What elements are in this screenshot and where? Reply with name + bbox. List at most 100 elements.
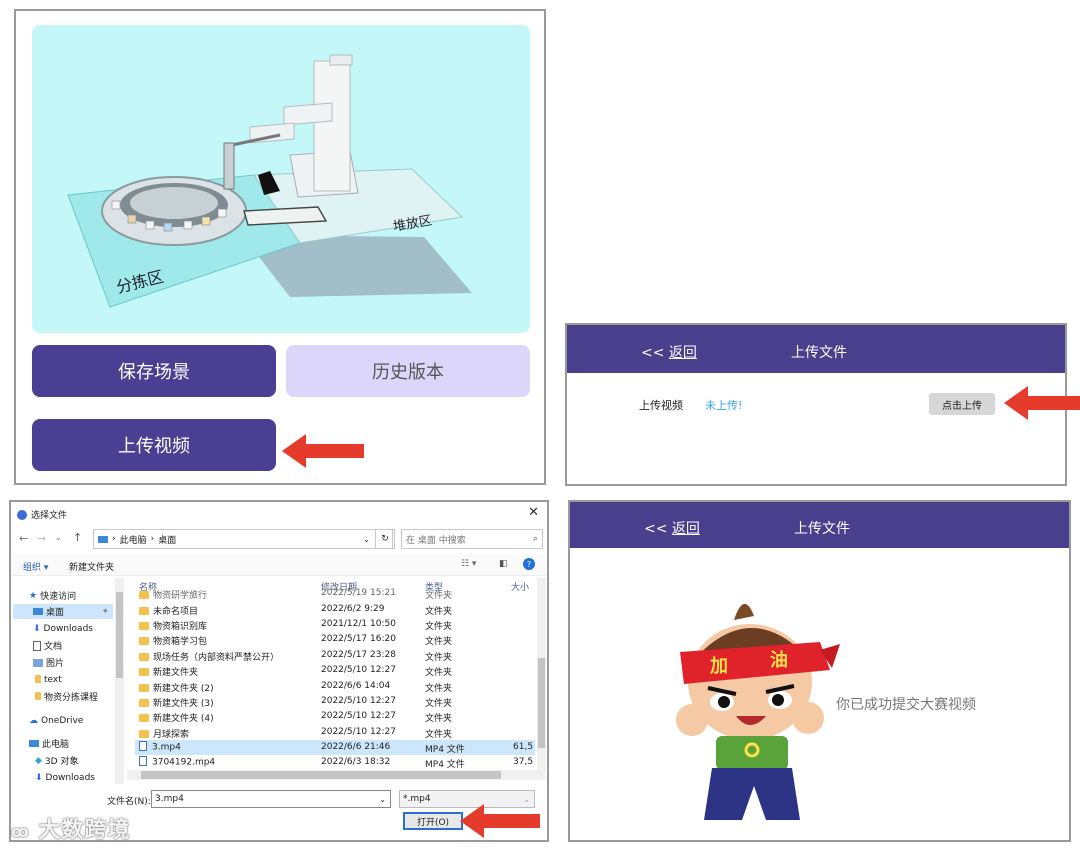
headband-left-text: 加 — [709, 656, 728, 677]
folder-icon — [35, 691, 41, 700]
file-row[interactable]: 物资箱学习包 2022/5/17 16:20 文件夹 — [135, 632, 535, 647]
robot-arm-scene: 分拣区 堆放区 — [67, 54, 472, 308]
star-icon: ★ — [29, 590, 38, 601]
folder-icon — [139, 667, 149, 676]
back-link[interactable]: << 返回 — [641, 342, 697, 362]
download-icon: ⬇ — [33, 623, 41, 634]
desktop-icon — [33, 608, 43, 615]
up-icon[interactable]: ↑ — [73, 531, 82, 544]
path-separator: › — [150, 534, 155, 544]
file-dialog: 选择文件 ✕ ← → ⌄ ↑ › 此电脑 › 桌面 ⌄ ↻ 在 桌面 中搜索 ⌕… — [9, 500, 549, 844]
pin-icon: ✦ — [101, 606, 109, 617]
dialog-title: 选择文件 — [31, 511, 68, 521]
tree-item[interactable]: text — [35, 672, 62, 687]
navigation-tree: ★ 快速访问 桌面 ✦ ⬇ Downloads 文档 图片 text 物资分拣课程 ☁… — [13, 578, 115, 784]
folder-icon — [139, 713, 149, 722]
folder-icon — [139, 652, 149, 661]
back-arrows: << — [641, 345, 665, 361]
folder-icon — [139, 729, 149, 738]
file-row[interactable]: 未命名项目 2022/6/2 9:29 文件夹 — [135, 602, 535, 617]
back-link[interactable]: << 返回 — [644, 518, 700, 538]
forward-icon[interactable]: → — [37, 532, 46, 545]
filter-value: *.mp4 — [403, 794, 431, 804]
file-row[interactable]: 月球探索 2022/5/10 12:27 文件夹 — [135, 725, 535, 740]
new-folder-button[interactable]: 新建文件夹 — [69, 560, 114, 573]
upload-header: << 返回 上传文件 — [567, 325, 1065, 373]
upload-file-panel: << 返回 上传文件 上传视频 未上传! 点击上传 — [565, 323, 1067, 486]
back-arrows: << — [644, 521, 668, 537]
tree-item-label: Downloads — [45, 772, 95, 783]
upload-video-button[interactable]: 上传视频 — [32, 419, 276, 471]
watermark: ꝏ 大数跨境 — [11, 812, 130, 844]
mascot-illustration: 加 油 — [676, 603, 840, 820]
upload-success-panel: << 返回 上传文件 加 油 你已成功提交大赛视频 — [568, 500, 1071, 842]
recent-dropdown-icon[interactable]: ⌄ — [55, 533, 62, 542]
document-icon — [33, 640, 41, 651]
app-icon — [17, 509, 27, 520]
video-file-icon — [139, 756, 147, 766]
tree-item[interactable]: ☁ OneDrive — [29, 713, 83, 728]
tree-item-label: Downloads — [43, 623, 93, 634]
organize-menu[interactable]: 组织 ▾ — [23, 560, 48, 573]
path-separator: › — [112, 534, 116, 544]
file-row[interactable]: 新建文件夹 (4) 2022/5/10 12:27 文件夹 — [135, 709, 535, 724]
back-label: 返回 — [671, 521, 700, 537]
tree-item[interactable]: 图片 — [33, 655, 64, 670]
tree-item[interactable]: ⬇ Downloads — [33, 621, 93, 636]
tree-item-label: text — [44, 674, 62, 685]
back-icon[interactable]: ← — [19, 532, 28, 545]
folder-icon — [35, 674, 41, 683]
file-row[interactable]: 新建文件夹 (2) 2022/6/6 14:04 文件夹 — [135, 679, 535, 694]
watermark-logo-icon: ꝏ — [11, 822, 30, 841]
open-button[interactable]: 打开(O) — [403, 812, 463, 830]
search-icon: ⌕ — [532, 534, 538, 544]
address-bar[interactable]: › 此电脑 › 桌面 ⌄ — [93, 529, 393, 549]
picture-icon — [33, 658, 43, 667]
search-input[interactable]: 在 桌面 中搜索 ⌕ — [401, 529, 543, 549]
file-row[interactable]: 3704192.mp4 2022/6/3 18:32 MP4 文件 37,5 — [135, 755, 535, 770]
refresh-icon[interactable]: ↻ — [375, 529, 395, 549]
file-row-selected[interactable]: 3.mp4 2022/6/6 21:46 MP4 文件 61,5 — [135, 740, 535, 755]
file-row[interactable]: 现场任务（内部资料严禁公开） 2022/5/17 23:28 文件夹 — [135, 648, 535, 663]
folder-icon — [139, 636, 149, 645]
path-leaf[interactable]: 桌面 — [158, 533, 176, 546]
chevron-down-icon[interactable]: ⌄ — [363, 535, 370, 544]
file-row[interactable]: 物资箱识别库 2021/12/1 10:50 文件夹 — [135, 617, 535, 632]
dialog-toolbar: 组织 ▾ 新建文件夹 ☷ ▾ ◧ ? — [11, 554, 547, 576]
file-list-scrollbar[interactable] — [537, 578, 546, 772]
navigation-bar: ← → ⌄ ↑ › 此电脑 › 桌面 ⌄ ↻ 在 桌面 中搜索 ⌕ — [15, 529, 545, 549]
preview-pane-icon[interactable]: ◧ — [499, 559, 508, 569]
close-icon[interactable]: ✕ — [528, 505, 539, 520]
horizontal-scrollbar[interactable] — [127, 770, 545, 780]
page-title: 上传文件 — [794, 521, 850, 537]
tree-item-label: OneDrive — [41, 715, 84, 726]
tree-item[interactable]: ★ 快速访问 — [29, 588, 76, 603]
file-list: 名称 修改日期 类型 大小 物资研学旅行 2022/5/19 15:21 文件夹 未… — [135, 576, 545, 772]
filename-label: 文件名(N): — [107, 797, 151, 807]
save-scene-button[interactable]: 保存场景 — [32, 345, 276, 397]
tree-item[interactable]: ⬇ Downloads — [35, 770, 95, 784]
success-message: 你已成功提交大赛视频 — [836, 697, 976, 713]
scene-viewport[interactable]: 分拣区 堆放区 — [32, 25, 530, 333]
chevron-down-icon[interactable]: ⌄ — [379, 795, 386, 804]
computer-icon — [98, 535, 108, 543]
tree-item-label: 快速访问 — [40, 592, 77, 602]
tree-item[interactable]: 文档 — [33, 638, 62, 653]
click-upload-button[interactable]: 点击上传 — [929, 393, 995, 415]
tree-item[interactable]: 此电脑 — [29, 736, 69, 751]
page-title: 上传文件 — [791, 345, 847, 361]
tree-scrollbar[interactable] — [115, 578, 124, 784]
view-options-icon[interactable]: ☷ ▾ — [461, 559, 476, 569]
tree-item[interactable]: 桌面 ✦ — [13, 604, 113, 619]
file-row[interactable]: 新建文件夹 2022/5/10 12:27 文件夹 — [135, 663, 535, 678]
headband-right-text: 油 — [770, 649, 788, 671]
path-root[interactable]: 此电脑 — [120, 533, 147, 546]
help-icon[interactable]: ? — [523, 558, 535, 570]
tree-item[interactable]: 物资分拣课程 — [35, 689, 98, 704]
filename-input[interactable]: 3.mp4 ⌄ — [151, 790, 391, 808]
history-version-button[interactable]: 历史版本 — [286, 345, 530, 397]
tree-item[interactable]: ◆ 3D 对象 — [35, 753, 78, 768]
chevron-down-icon[interactable]: ⌄ — [523, 795, 530, 804]
tree-item-label: 此电脑 — [42, 740, 70, 750]
file-row[interactable]: 新建文件夹 (3) 2022/5/10 12:27 文件夹 — [135, 694, 535, 709]
